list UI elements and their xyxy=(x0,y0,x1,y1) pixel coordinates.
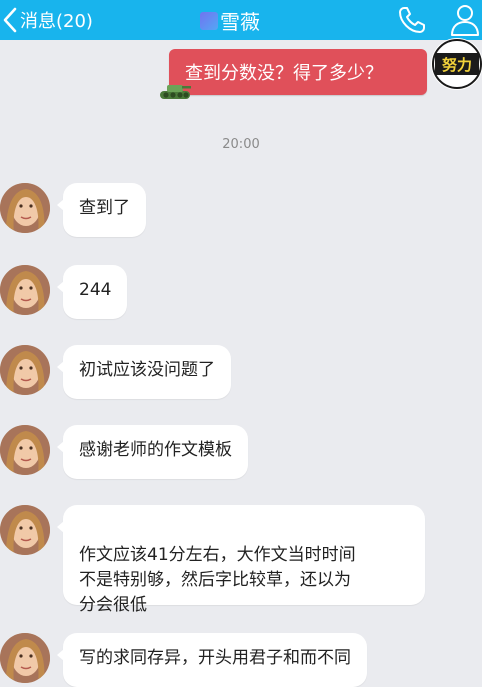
contact-mark-icon xyxy=(200,12,218,30)
contact-name: 雪薇 xyxy=(220,9,260,34)
message-text: 查到了 xyxy=(79,198,130,218)
contact-avatar[interactable] xyxy=(0,265,50,315)
phone-icon[interactable] xyxy=(396,4,428,36)
person-icon[interactable] xyxy=(449,3,481,37)
incoming-message-bubble[interactable]: 作文应该41分左右，大作文当时时间 不是特别够，然后字比较草，还以为 分会很低 xyxy=(57,505,425,615)
message-text: 初试应该没问题了 xyxy=(79,360,215,380)
contact-avatar[interactable] xyxy=(0,425,50,475)
contact-avatar[interactable] xyxy=(0,183,50,233)
contact-avatar[interactable] xyxy=(0,345,50,395)
chevron-left-icon xyxy=(3,7,17,33)
incoming-message-bubble[interactable]: 244 xyxy=(56,265,128,319)
incoming-message-bubble[interactable]: 查到了 xyxy=(57,183,146,237)
chat-title: 雪薇 xyxy=(200,0,260,40)
tank-sticker-icon xyxy=(160,85,191,99)
user-avatar-badge[interactable]: 努力 xyxy=(431,38,482,90)
message-text: 244 xyxy=(79,280,112,300)
contact-avatar[interactable] xyxy=(0,505,50,555)
message-text: 作文应该41分左右，大作文当时时间 不是特别够，然后字比较草，还以为 分会很低 xyxy=(79,545,356,615)
incoming-message-bubble[interactable]: 感谢老师的作文模板 xyxy=(57,425,248,479)
timestamp: 20:00 xyxy=(222,137,260,152)
incoming-message-bubble[interactable]: 初试应该没问题了 xyxy=(57,345,231,399)
incoming-message-bubble[interactable]: 写的求同存异，开头用君子和而不同 xyxy=(57,633,367,687)
badge-text: 努力 xyxy=(442,56,472,74)
outgoing-message-text: 查到分数没？得了多少？ xyxy=(185,63,383,84)
message-text: 感谢老师的作文模板 xyxy=(79,440,232,460)
back-button[interactable]: 消息(20) xyxy=(0,0,93,40)
effort-badge-icon: 努力 xyxy=(432,39,482,89)
back-label: 消息(20) xyxy=(20,11,93,32)
message-text: 写的求同存异，开头用君子和而不同 xyxy=(79,648,351,668)
outgoing-message-bubble[interactable]: 查到分数没？得了多少？ xyxy=(169,49,427,95)
top-bar: 消息(20) 雪薇 xyxy=(0,0,482,40)
